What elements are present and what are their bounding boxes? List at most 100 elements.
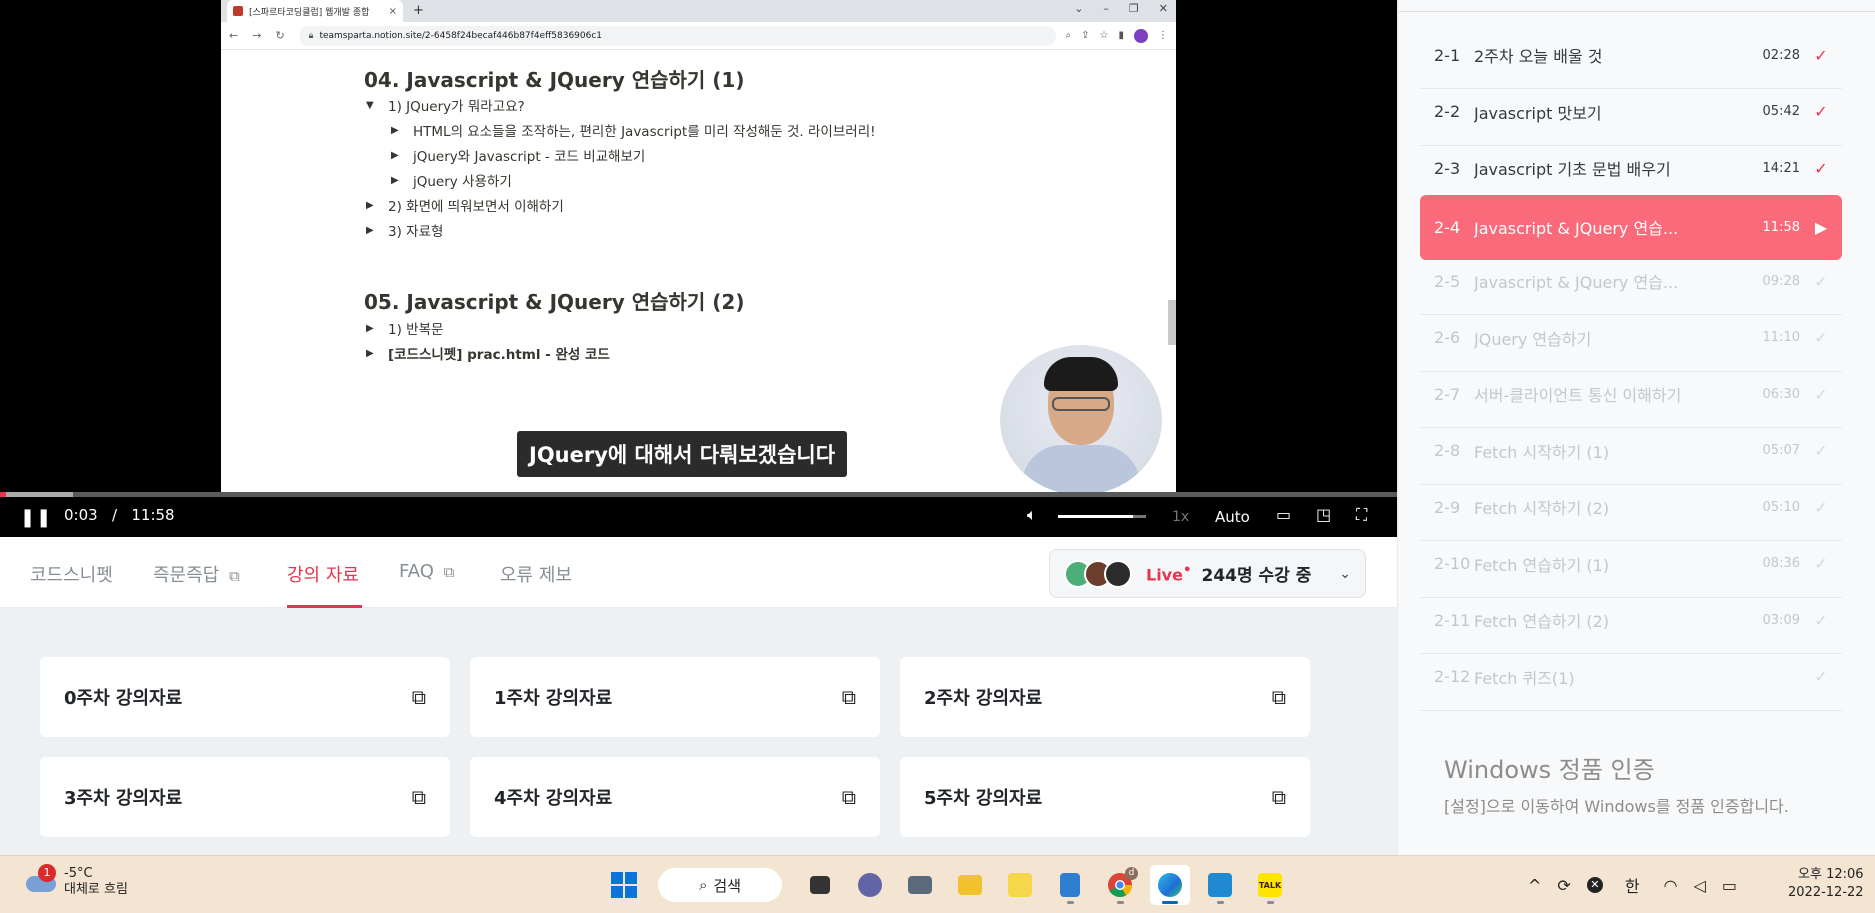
external-link-icon: ⧉ xyxy=(1271,685,1286,709)
active-indicator xyxy=(1162,901,1178,904)
battery-icon[interactable]: ▭ xyxy=(1722,876,1737,895)
zoom-icon: ⌕ xyxy=(1065,30,1072,41)
lecture-number: 2-11 xyxy=(1434,610,1471,630)
notion-toggle: ▶ 1) 반복문 xyxy=(366,318,443,338)
material-title: 2주차 강의자료 xyxy=(924,688,1043,709)
check-icon: ✓ xyxy=(1814,271,1828,291)
browser-toolbar: ← → ↻ 🔒︎ teamsparta.notion.site/2-6458f2… xyxy=(221,22,1176,50)
content-tabs: 코드스니펫 즉문즉답 ⧉ 강의 자료 FAQ ⧉ 오류 제보 Live• 244… xyxy=(0,537,1397,608)
toggle-closed-icon: ▶ xyxy=(391,174,399,186)
toggle-text: 2) 화면에 띄워보면서 이해하기 xyxy=(388,199,564,215)
notion-heading-1: 04. Javascript & JQuery 연습하기 (1) xyxy=(364,68,745,92)
start-button[interactable] xyxy=(604,865,644,905)
camera-icon xyxy=(908,876,932,894)
toggle-closed-icon: ▶ xyxy=(366,347,374,359)
tab-faq[interactable]: FAQ ⧉ xyxy=(399,561,454,582)
material-card[interactable]: 4주차 강의자료 ⧉ xyxy=(470,757,880,837)
lecture-item-2-12[interactable]: 2-12 Fetch 퀴즈(1) ✓ xyxy=(1420,644,1842,711)
lecture-duration: 05:10 xyxy=(1762,499,1800,515)
notion-toggle: ▶ [코드스니펫] prac.html - 완성 코드 xyxy=(366,343,610,363)
window-controls: ⌄ – ❐ ✕ xyxy=(1074,2,1168,15)
lecture-item-2-3[interactable]: 2-3 Javascript 기초 문법 배우기 14:21 ✓ xyxy=(1420,135,1842,202)
toggle-text: [코드스니펫] prac.html - 완성 코드 xyxy=(388,347,610,363)
address-bar: 🔒︎ teamsparta.notion.site/2-6458f24becaf… xyxy=(298,25,1056,46)
system-clock[interactable]: 오후 12:06 2022-12-22 xyxy=(1788,866,1864,902)
back-icon: ← xyxy=(229,29,239,42)
pip-icon[interactable]: ◳ xyxy=(1316,505,1331,524)
camera-app[interactable] xyxy=(900,865,940,905)
address-url: teamsparta.notion.site/2-6458f24becaf446… xyxy=(319,30,603,41)
notepad-app[interactable] xyxy=(1050,865,1090,905)
check-icon: ✓ xyxy=(1814,497,1828,517)
toggle-closed-icon: ▶ xyxy=(391,149,399,161)
presenter-hair xyxy=(1044,357,1118,391)
external-link-icon: ⧉ xyxy=(1271,785,1286,809)
external-link-icon: ⧉ xyxy=(841,685,856,709)
close-circle-icon[interactable]: ✕ xyxy=(1586,877,1603,893)
tab-qna[interactable]: 즉문즉답 ⧉ xyxy=(153,561,240,587)
check-icon: ✓ xyxy=(1814,158,1828,178)
tab-code-snippet[interactable]: 코드스니펫 xyxy=(30,561,113,587)
tab-search-icon: ⌄ xyxy=(1074,2,1084,15)
volume-icon[interactable]: 🔈︎ xyxy=(1027,505,1037,525)
new-tab-icon: + xyxy=(413,3,424,18)
lecture-number: 2-12 xyxy=(1434,667,1471,686)
weather-widget[interactable]: 1 -5°C 대체로 흐림 xyxy=(24,864,128,898)
time-display: 0:03 / 11:58 xyxy=(64,506,175,524)
live-viewers-dropdown[interactable]: Live• 244명 수강 중 ⌄ xyxy=(1049,549,1366,598)
volume-tray-icon[interactable]: ◁ xyxy=(1694,876,1706,895)
vscode-app[interactable] xyxy=(1200,865,1240,905)
ime-indicator[interactable]: 한 xyxy=(1625,873,1640,897)
material-card[interactable]: 2주차 강의자료 ⧉ xyxy=(900,657,1310,737)
edge-app[interactable] xyxy=(1150,865,1190,905)
fullscreen-icon[interactable]: ⛶ xyxy=(1356,505,1367,525)
sidepanel-icon: ▮ xyxy=(1118,30,1124,41)
sticky-notes-icon xyxy=(1008,873,1032,897)
notes-app[interactable] xyxy=(1000,865,1040,905)
file-explorer-app[interactable] xyxy=(950,865,990,905)
material-card[interactable]: 3주차 강의자료 ⧉ xyxy=(40,757,450,837)
lecture-number: 2-7 xyxy=(1434,384,1461,404)
subtitles-icon[interactable]: ▭ xyxy=(1276,505,1291,524)
volume-slider[interactable] xyxy=(1058,515,1146,518)
quality-button[interactable]: Auto xyxy=(1215,508,1250,526)
external-link-icon: ⧉ xyxy=(411,785,426,809)
material-card[interactable]: 1주차 강의자료 ⧉ xyxy=(470,657,880,737)
browser-actions: ⌕ ⇪ ☆ ▮ ⋮ xyxy=(1065,28,1168,43)
external-link-icon: ⧉ xyxy=(228,567,240,585)
tab-report-error[interactable]: 오류 제보 xyxy=(500,561,572,587)
toggle-text: jQuery와 Javascript - 코드 비교해보기 xyxy=(413,149,646,165)
tab-materials[interactable]: 강의 자료 xyxy=(287,561,359,587)
notion-toggle: ▶ HTML의 요소들을 조작하는, 편리한 Javascript를 미리 작성… xyxy=(391,120,876,140)
lecture-title: Javascript 기초 문법 배우기 xyxy=(1474,160,1671,179)
search-icon: ⌕ xyxy=(698,876,708,894)
chrome-app[interactable]: d xyxy=(1100,865,1140,905)
check-icon: ✓ xyxy=(1814,45,1828,65)
speed-button[interactable]: 1x xyxy=(1172,509,1189,525)
material-title: 5주차 강의자료 xyxy=(924,788,1043,809)
windows-taskbar: 1 -5°C 대체로 흐림 ⌕ 검색 d TALK ^ ⟳ ✕ 한 ◠ ◁ ▭ … xyxy=(0,855,1875,913)
running-indicator xyxy=(1116,901,1124,904)
lecture-number: 2-5 xyxy=(1434,271,1461,291)
external-link-icon: ⧉ xyxy=(841,785,856,809)
kakaotalk-app[interactable]: TALK xyxy=(1250,865,1290,905)
teams-chat-button[interactable] xyxy=(850,865,890,905)
wifi-icon[interactable]: ◠ xyxy=(1664,876,1678,895)
lecture-duration: 14:21 xyxy=(1762,160,1800,176)
material-card[interactable]: 5주차 강의자료 ⧉ xyxy=(900,757,1310,837)
tray-overflow-icon[interactable]: ^ xyxy=(1528,876,1541,895)
task-view-button[interactable] xyxy=(800,865,840,905)
presenter-webcam xyxy=(1000,345,1162,495)
material-card[interactable]: 0주차 강의자료 ⧉ xyxy=(40,657,450,737)
page-scrollbar xyxy=(1168,300,1176,345)
pause-button[interactable]: ❚❚ xyxy=(20,507,52,528)
check-icon: ✓ xyxy=(1814,102,1828,121)
taskbar-search[interactable]: ⌕ 검색 xyxy=(658,868,782,902)
lecture-title: Fetch 연습하기 (1) xyxy=(1474,555,1610,575)
video-player[interactable]: [스파르타코딩클럽] 웹개발 종합 × + ⌄ – ❐ ✕ ← → ↻ 🔒︎ t… xyxy=(0,0,1397,537)
duration: 11:58 xyxy=(131,506,175,524)
window-close-icon: ✕ xyxy=(1158,2,1168,15)
watermark-subtitle: [설정]으로 이동하여 Windows를 정품 인증합니다. xyxy=(1444,797,1789,816)
sync-icon[interactable]: ⟳ xyxy=(1557,876,1570,895)
live-count: 244명 수강 중 xyxy=(1201,566,1312,586)
